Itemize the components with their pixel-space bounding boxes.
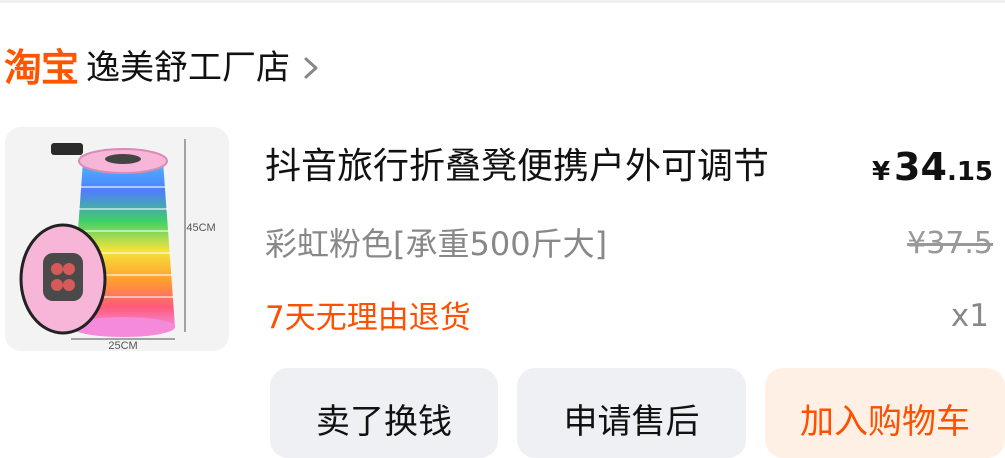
svg-text:25CM: 25CM — [108, 340, 137, 351]
rainbow-folding-stool-image: 45CM 25CM — [5, 127, 229, 351]
sell-button[interactable]: 卖了换钱 — [270, 368, 498, 458]
price-integer: 34 — [894, 145, 947, 189]
product-title[interactable]: 抖音旅行折叠凳便携户外可调节 — [265, 143, 769, 191]
return-policy-tag: 7天无理由退货 — [265, 300, 471, 336]
taobao-logo: 淘宝 — [4, 46, 79, 90]
chevron-right-icon[interactable] — [300, 53, 322, 83]
price-symbol: ¥ — [871, 157, 891, 187]
original-price: ¥37.5 — [907, 226, 993, 261]
add-to-cart-button[interactable]: 加入购物车 — [765, 368, 1005, 458]
shop-header[interactable]: 淘宝 逸美舒工厂店 — [4, 40, 322, 96]
price-decimal: .15 — [946, 157, 993, 187]
after-sale-button[interactable]: 申请售后 — [517, 368, 746, 458]
price: ¥34.15 — [872, 143, 993, 199]
product-image[interactable]: 45CM 25CM — [5, 127, 229, 351]
shop-name[interactable]: 逸美舒工厂店 — [86, 51, 290, 85]
quantity: x1 — [950, 298, 989, 334]
top-divider — [0, 0, 1005, 3]
svg-text:45CM: 45CM — [186, 222, 215, 234]
product-sku: 彩虹粉色[承重500斤大] — [265, 225, 608, 263]
